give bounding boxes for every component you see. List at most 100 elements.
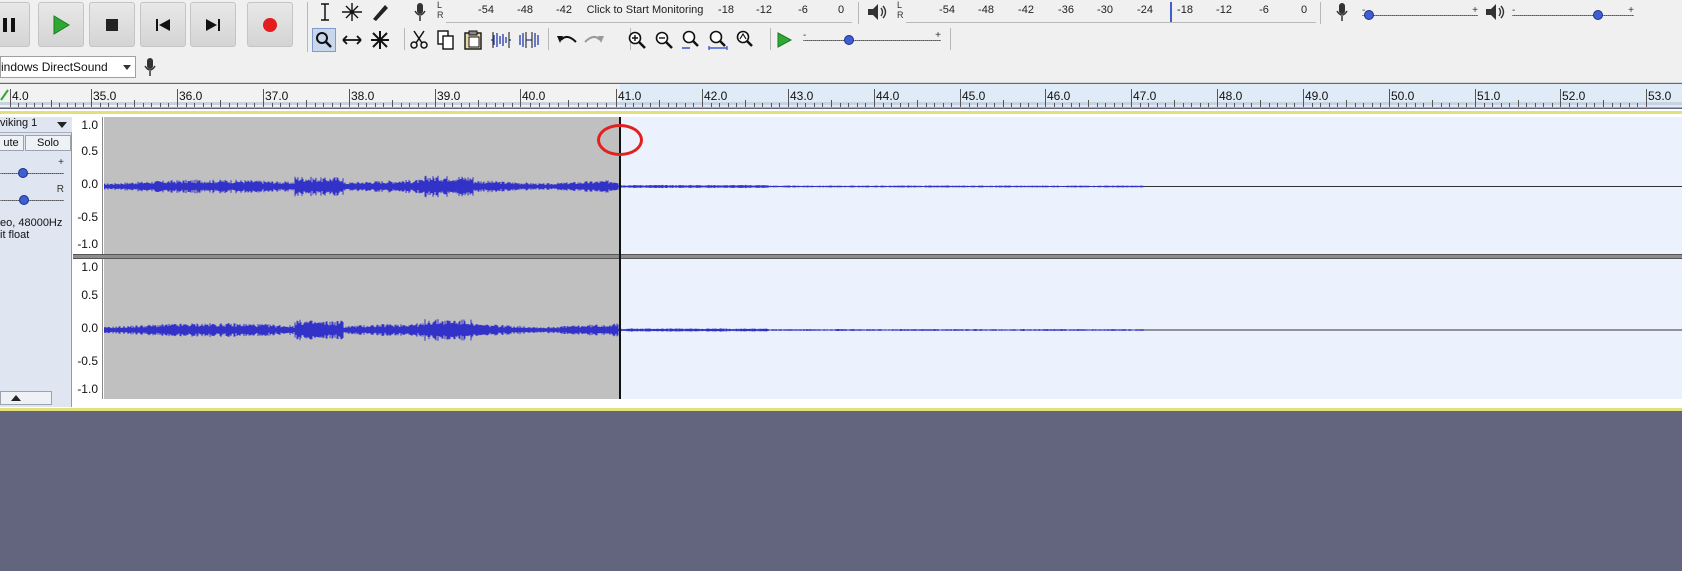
playback-volume-slider[interactable]: - +: [1512, 5, 1634, 21]
ruler-minor-tick: [917, 100, 918, 107]
silence-icon: [519, 32, 539, 48]
meter-tick: -48: [978, 4, 994, 16]
ruler-minor-tick: [1208, 103, 1210, 107]
playback-peak-marker: [1170, 2, 1172, 22]
ruler-minor-tick: [185, 103, 187, 107]
pan-slider[interactable]: R: [0, 184, 64, 206]
ruler-minor-tick: [1628, 103, 1630, 107]
collapse-track-button[interactable]: [0, 391, 52, 405]
play-speed-slider[interactable]: - +: [803, 30, 941, 46]
ruler-minor-tick: [1148, 103, 1150, 107]
slider-knob[interactable]: [19, 195, 29, 205]
trim-audio-button[interactable]: [489, 28, 513, 52]
ruler-minor-tick: [1251, 103, 1253, 107]
silence-audio-button[interactable]: [517, 28, 541, 52]
zoom-toggle-button[interactable]: [733, 28, 757, 52]
ruler-major-tick: [874, 89, 875, 107]
recording-volume-slider[interactable]: - +: [1362, 5, 1478, 21]
microphone-icon: [414, 3, 426, 21]
track-name-menu[interactable]: viking 1: [0, 117, 72, 133]
gain-slider[interactable]: +: [0, 157, 64, 179]
paste-button[interactable]: [461, 28, 485, 52]
skip-to-start-button[interactable]: [140, 2, 186, 47]
ruler-major-tick: [177, 89, 178, 107]
ruler-minor-tick: [1070, 103, 1072, 107]
ruler-minor-tick: [1620, 103, 1622, 107]
amplitude-label: 1.0: [81, 118, 98, 132]
meter-tick: 0: [837, 4, 845, 16]
ruler-major-tick: [435, 89, 436, 107]
record-meter-button[interactable]: [408, 0, 432, 24]
undo-icon: [557, 36, 577, 43]
ruler-major-tick: [91, 89, 92, 107]
record-button[interactable]: [247, 2, 293, 47]
stop-button[interactable]: [89, 2, 135, 47]
zoom-in-button[interactable]: [625, 28, 649, 52]
ruler-label: 48.0: [1219, 89, 1243, 103]
ruler-minor-tick: [323, 103, 325, 107]
cut-button[interactable]: [407, 28, 431, 52]
ruler-minor-tick: [779, 103, 781, 107]
ruler-minor-tick: [159, 103, 161, 107]
selection-tool[interactable]: [313, 0, 337, 24]
slider-knob[interactable]: [844, 35, 854, 45]
playback-meter-button[interactable]: [865, 0, 889, 24]
envelope-tool[interactable]: [340, 0, 364, 24]
waveform-right-channel[interactable]: [104, 259, 1682, 399]
ruler-minor-tick: [1354, 103, 1356, 107]
playback-meter[interactable]: -54 -48 -42 -36 -30 -24 -18 -12 -6 0: [906, 0, 1316, 22]
ruler-minor-tick: [1483, 103, 1485, 107]
ruler-minor-tick: [1096, 103, 1098, 107]
zoom-tool[interactable]: [312, 28, 336, 52]
ruler-minor-tick: [1268, 103, 1270, 107]
timeline-ruler[interactable]: 4.0 35.0 36.0 37.0 38.0 39.0 40.0 41.0 42.0 43.0 4…: [0, 84, 1682, 108]
speaker-icon: [1486, 4, 1505, 20]
fit-project-button[interactable]: [706, 28, 730, 52]
ruler-minor-tick: [116, 103, 118, 107]
ruler-minor-tick: [1363, 103, 1365, 107]
slider-plus: +: [935, 30, 941, 41]
unselected-region: [619, 259, 1682, 399]
ruler-minor-tick: [548, 103, 550, 107]
time-shift-tool[interactable]: [340, 28, 364, 52]
multi-tool[interactable]: [368, 28, 392, 52]
solo-button[interactable]: Solo: [25, 135, 71, 151]
meter-tick: -6: [798, 4, 808, 16]
redo-button[interactable]: [582, 28, 606, 52]
slider-knob[interactable]: [1592, 10, 1603, 20]
waveform-left-channel[interactable]: [104, 117, 1682, 254]
ruler-label: 51.0: [1477, 89, 1501, 103]
fit-selection-button[interactable]: [679, 28, 703, 52]
ruler-minor-tick: [1156, 103, 1158, 107]
monitoring-prompt[interactable]: Click to Start Monitoring: [587, 4, 704, 16]
copy-button[interactable]: [434, 28, 458, 52]
audio-host-select[interactable]: indows DirectSound: [0, 56, 136, 78]
slider-knob[interactable]: [1364, 10, 1375, 20]
slider-knob[interactable]: [18, 168, 28, 178]
ruler-minor-tick: [1346, 100, 1347, 107]
ruler-minor-tick: [280, 103, 282, 107]
draw-tool[interactable]: [368, 0, 392, 24]
amplitude-ruler-left: 1.0 0.5 0.0 -0.5 -1.0: [73, 117, 103, 254]
play-button[interactable]: [38, 2, 84, 47]
play-at-speed-button[interactable]: [772, 28, 796, 52]
ruler-minor-tick: [1466, 103, 1468, 107]
zoom-out-button[interactable]: [652, 28, 676, 52]
ruler-minor-tick: [228, 103, 230, 107]
ruler-minor-tick: [374, 103, 376, 107]
slider-minus: -: [1512, 5, 1516, 16]
gain-plus: +: [58, 157, 64, 168]
ruler-minor-tick: [558, 103, 560, 107]
record-icon: [263, 17, 277, 32]
track-control-panel: viking 1 ute Solo + R eo, 48000Hz it flo…: [0, 117, 72, 407]
recording-device-button[interactable]: [138, 55, 162, 79]
pause-button[interactable]: [0, 2, 30, 47]
microphone-icon: [144, 58, 156, 76]
undo-button[interactable]: [555, 28, 579, 52]
ruler-minor-tick: [1414, 103, 1416, 107]
ruler-minor-tick: [168, 103, 170, 107]
skip-to-end-button[interactable]: [190, 2, 236, 47]
ruler-minor-tick: [383, 103, 385, 107]
recording-meter[interactable]: -54 -48 -42 Click to Start Monitoring -1…: [446, 0, 846, 22]
mute-button[interactable]: ute: [0, 135, 24, 151]
